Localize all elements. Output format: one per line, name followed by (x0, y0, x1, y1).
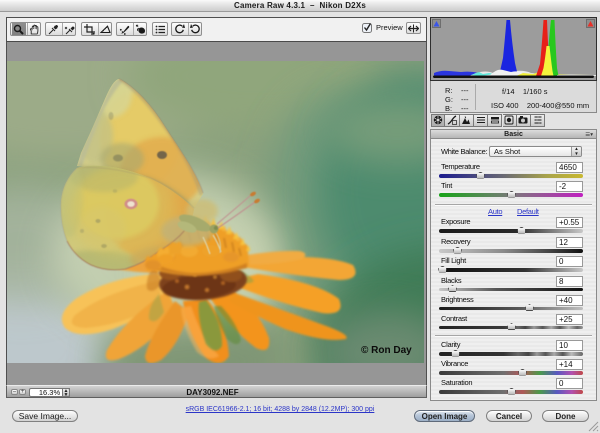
svg-text:© Ron Day: © Ron Day (361, 345, 412, 356)
